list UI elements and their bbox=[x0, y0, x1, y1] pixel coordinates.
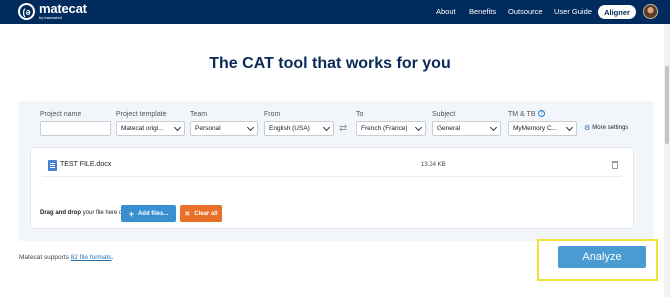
file-row-divider bbox=[42, 176, 622, 177]
source-language-label: From bbox=[264, 111, 281, 118]
nav-outsource[interactable]: Outsource bbox=[508, 7, 543, 16]
tm-tb-select[interactable]: MyMemory C... bbox=[508, 121, 577, 136]
docx-file-icon bbox=[48, 160, 57, 171]
more-settings-label: More settings bbox=[592, 125, 629, 131]
project-name-input[interactable] bbox=[40, 121, 111, 136]
tm-tb-value: MyMemory C... bbox=[513, 125, 558, 132]
chevron-down-icon bbox=[414, 123, 423, 132]
team-value: Personal bbox=[195, 125, 221, 132]
supports-suffix: . bbox=[111, 254, 114, 261]
chevron-down-icon bbox=[322, 123, 331, 132]
project-template-select[interactable]: Matecat origi... bbox=[116, 121, 185, 136]
chevron-down-icon bbox=[565, 123, 574, 132]
team-label: Team bbox=[190, 111, 208, 118]
target-language-value: French (France) bbox=[361, 125, 408, 132]
project-name-label: Project name bbox=[40, 111, 82, 118]
gear-icon: ⚙ bbox=[584, 125, 591, 132]
drag-drop-hint: Drag and drop your file here or bbox=[40, 210, 124, 216]
supported-formats-text: Matecat supports 82 file formats. bbox=[19, 254, 113, 261]
user-avatar[interactable] bbox=[643, 4, 658, 19]
source-language-value: English (USA) bbox=[269, 125, 310, 132]
subject-value: General bbox=[437, 125, 461, 132]
nav-user-guide[interactable]: User Guide bbox=[554, 7, 592, 16]
subject-label: Subject bbox=[432, 111, 456, 118]
source-language-select[interactable]: English (USA) bbox=[264, 121, 334, 136]
project-template-label: Project template bbox=[116, 111, 167, 118]
swap-languages-icon[interactable]: ⇄ bbox=[339, 123, 347, 134]
clear-all-label: Clear all bbox=[194, 210, 218, 217]
close-icon: ✕ bbox=[184, 210, 191, 218]
chevron-down-icon bbox=[489, 123, 498, 132]
chevron-down-icon bbox=[246, 123, 255, 132]
logo-mark-icon: (ǝ bbox=[18, 3, 35, 20]
logo-name: matecat bbox=[39, 1, 87, 16]
project-template-value: Matecat origi... bbox=[121, 125, 164, 132]
scrollbar-track[interactable] bbox=[664, 24, 670, 297]
clear-all-button[interactable]: ✕ Clear all bbox=[180, 205, 222, 222]
drag-drop-rest: your file here or bbox=[81, 210, 125, 216]
nav-benefits[interactable]: Benefits bbox=[469, 7, 496, 16]
file-formats-link[interactable]: 82 file formats bbox=[71, 254, 112, 261]
nav-about[interactable]: About bbox=[436, 7, 456, 16]
matecat-logo[interactable]: (ǝ matecat by translated bbox=[18, 1, 87, 20]
chevron-down-icon bbox=[173, 123, 182, 132]
file-name: TEST FILE.docx bbox=[60, 161, 112, 168]
drag-drop-bold: Drag and drop bbox=[40, 210, 82, 216]
help-icon[interactable]: ? bbox=[538, 110, 545, 117]
trash-icon[interactable] bbox=[612, 161, 618, 169]
team-select[interactable]: Personal bbox=[190, 121, 258, 136]
target-language-select[interactable]: French (France) bbox=[356, 121, 426, 136]
aligner-button[interactable]: Aligner bbox=[598, 5, 636, 19]
scrollbar-thumb[interactable] bbox=[665, 66, 669, 144]
supports-prefix: Matecat supports bbox=[19, 254, 71, 261]
page-title: The CAT tool that works for you bbox=[209, 55, 451, 72]
subject-select[interactable]: General bbox=[432, 121, 501, 136]
add-files-label: Add files... bbox=[137, 210, 169, 217]
plus-icon: + bbox=[128, 208, 134, 219]
file-size: 13.24 KB bbox=[421, 162, 446, 168]
tm-tb-label: TM & TB bbox=[508, 111, 536, 118]
more-settings-button[interactable]: ⚙ More settings bbox=[584, 124, 628, 132]
target-language-label: To bbox=[356, 111, 364, 118]
analyze-button[interactable]: Analyze bbox=[558, 246, 646, 268]
add-files-button[interactable]: + Add files... bbox=[121, 205, 176, 222]
